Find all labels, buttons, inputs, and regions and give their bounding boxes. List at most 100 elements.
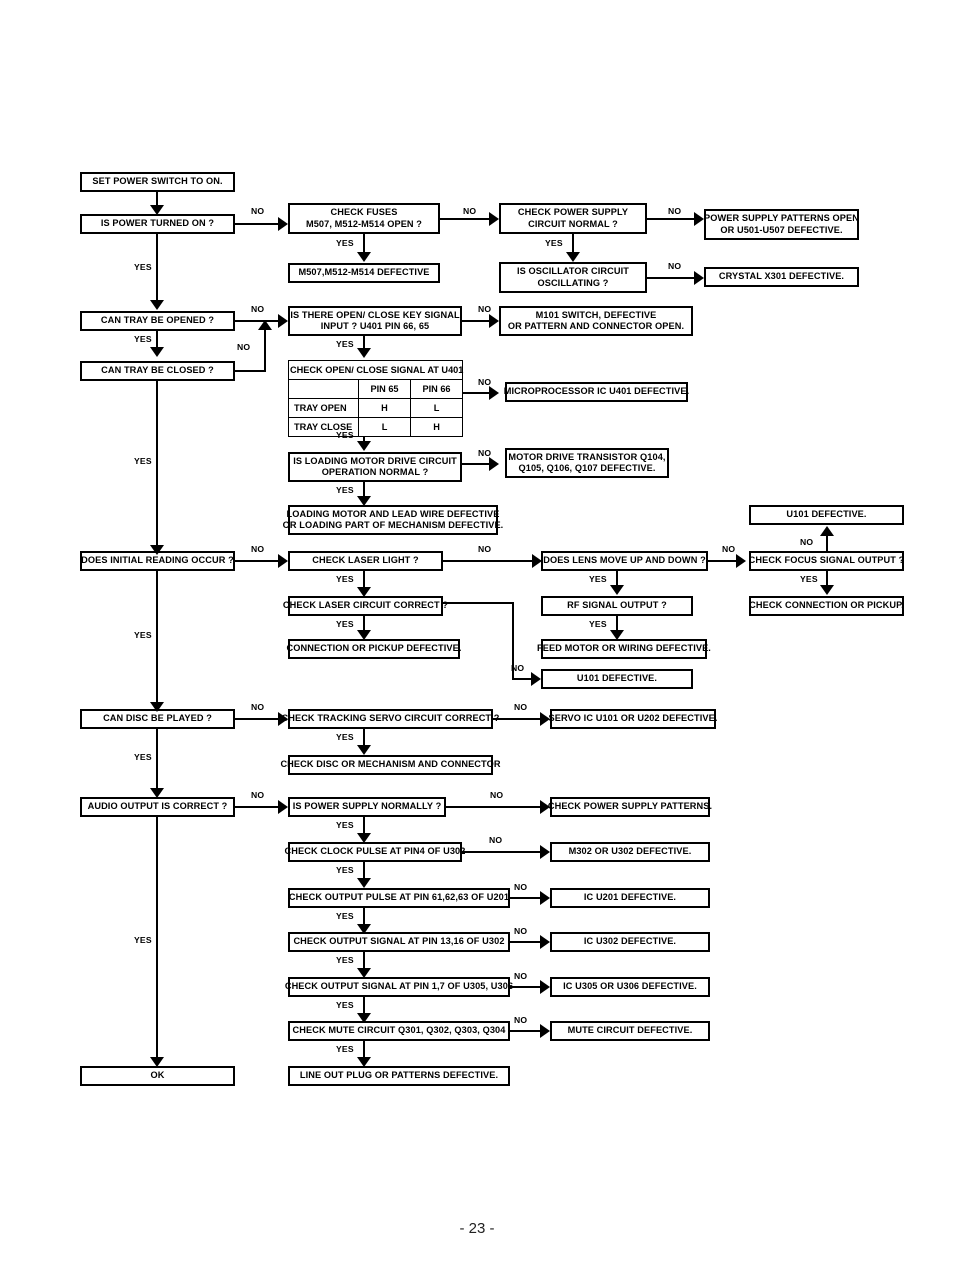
connector-tray-closed-no-v [264,330,266,371]
node-crystal-defective: CRYSTAL X301 DEFECTIVE. [704,267,859,287]
connector-laser-circuit-no-h1 [443,602,514,604]
node-check-output-signal-u305: CHECK OUTPUT SIGNAL AT PIN 1,7 OF U305, … [285,977,513,997]
signal-table-corner [288,379,359,399]
label-no-output-u305: NO [514,971,528,981]
label-yes-disc: YES [134,752,152,762]
arrowhead-down-output-signal-u302 [357,924,371,934]
node-psu-patterns-open: POWER SUPPLY PATTERNS OPEN OR U501-U507 … [704,209,859,240]
arrowhead-right-ic-u201 [540,891,550,905]
signal-table-cell-close-pin65: L [358,417,411,437]
arrowhead-down-signal-table [357,348,371,358]
label-yes-tray-open: YES [134,334,152,344]
arrowhead-right-check-fuses [278,217,288,231]
node-ic-u302-defective: IC U302 DEFECTIVE. [550,932,710,952]
node-can-disc-be-played: CAN DISC BE PLAYED ? [80,709,235,729]
arrowhead-down-check-connection [820,585,834,595]
arrowhead-down-tray-closed [150,347,164,357]
signal-table-cell-close-pin66: H [409,417,464,437]
node-oscillator-circuit: IS OSCILLATOR CIRCUIT OSCILLATING ? [499,262,647,293]
node-fuses-defective: M507,M512-M514 DEFECTIVE [288,263,440,283]
node-loading-motor-defective: LOADING MOTOR AND LEAD WIRE DEFECTIVE OR… [283,505,503,535]
label-no-table: NO [478,377,492,387]
table-row-header: PIN 65 PIN 66 [288,379,464,399]
label-yes-lens-move: YES [589,574,607,584]
arrowhead-down-line-out [357,1057,371,1067]
label-no-psu: NO [668,206,682,216]
arrowhead-down-check-disc-mech [357,745,371,755]
signal-table-cell-open-pin65: H [358,398,411,418]
table-row: TRAY OPEN H L [288,398,464,418]
node-set-power-switch: SET POWER SWITCH TO ON. [80,172,235,192]
node-motor-drive-transistor: MOTOR DRIVE TRANSISTOR Q104, Q105, Q106,… [505,448,669,478]
label-no-output-pulse: NO [514,882,528,892]
arrowhead-right-m101 [489,314,499,328]
arrowhead-up-tray-loop [258,320,272,330]
signal-table-col-pin66: PIN 66 [409,379,464,399]
node-m101-switch-defective: M101 SWITCH, DEFECTIVE OR PATTERN AND CO… [499,306,693,336]
page-number: - 23 - [459,1220,495,1237]
arrowhead-right-psu-patterns [694,212,704,226]
label-yes-loading-motor: YES [336,485,354,495]
arrowhead-right-servo-ic [540,712,550,726]
arrowhead-right-check-focus [736,554,746,568]
connector-psu-no [647,218,701,220]
node-check-output-signal-u302: CHECK OUTPUT SIGNAL AT PIN 13,16 OF U302 [288,932,510,952]
label-no-laser-light: NO [478,544,492,554]
node-microprocessor-defective: MICROPROCESSOR IC U401 DEFECTIVE. [504,382,689,402]
label-no-key-signal: NO [478,304,492,314]
connector-initial-yes-trunk [156,571,158,705]
flowchart-page: SET POWER SWITCH TO ON. IS POWER TURNED … [0,0,954,1272]
node-check-power-supply-patterns: CHECK POWER SUPPLY PATTERNS. [548,797,712,817]
label-yes-mute: YES [336,1044,354,1054]
node-check-laser-light: CHECK LASER LIGHT ? [288,551,443,571]
label-yes-output-u305: YES [336,1000,354,1010]
label-yes-rf: YES [589,619,607,629]
signal-table-row-label-tray-open: TRAY OPEN [288,398,359,418]
node-check-output-pulse: CHECK OUTPUT PULSE AT PIN 61,62,63 OF U2… [288,888,510,908]
node-check-clock-pulse: CHECK CLOCK PULSE AT PIN4 OF U302 [285,842,465,862]
signal-table-cell-open-pin66: L [409,398,464,418]
label-yes-laser-circuit: YES [336,619,354,629]
label-no-laser-circuit: NO [511,663,525,673]
label-yes-output-u302: YES [336,955,354,965]
label-no-tray-open: NO [251,304,265,314]
signal-table: CHECK OPEN/ CLOSE SIGNAL AT U401 PIN 65 … [287,360,464,437]
label-no-tray-closed: NO [237,342,251,352]
arrowhead-right-ic-u302 [540,935,550,949]
arrowhead-up-u101-defective [820,526,834,536]
label-yes-tray-closed: YES [134,456,152,466]
node-check-power-supply: CHECK POWER SUPPLY CIRCUIT NORMAL ? [499,203,647,234]
node-ok: OK [80,1066,235,1086]
node-mute-circuit-defective: MUTE CIRCUIT DEFECTIVE. [550,1021,710,1041]
arrowhead-down-loading-motor [357,441,371,451]
node-is-power-turned-on: IS POWER TURNED ON ? [80,214,235,234]
node-check-focus-signal: CHECK FOCUS SIGNAL OUTPUT ? [749,551,904,571]
label-no-initial-reading: NO [251,544,265,554]
arrowhead-right-motor-transistor [489,457,499,471]
node-u101-defective-lower: U101 DEFECTIVE. [541,669,693,689]
arrowhead-right-tracking-servo [278,712,288,726]
node-audio-output-correct: AUDIO OUTPUT IS CORRECT ? [80,797,235,817]
label-no-oscillator: NO [668,261,682,271]
arrowhead-down-output-pulse [357,878,371,888]
label-yes-power: YES [134,262,152,272]
arrowhead-down-oscillator [566,252,580,262]
label-yes-psu: YES [545,238,563,248]
connector-audio-yes-trunk [156,817,158,1061]
arrowhead-right-lens-move [532,554,542,568]
label-no-audio: NO [251,790,265,800]
signal-table-col-pin65: PIN 65 [358,379,411,399]
node-u101-defective-upper: U101 DEFECTIVE. [749,505,904,525]
arrowhead-right-check-laser [278,554,288,568]
table-row-caption: CHECK OPEN/ CLOSE SIGNAL AT U401 [287,360,463,380]
arrowhead-down-output-signal-u305 [357,968,371,978]
arrowhead-down-feed-motor [610,630,624,640]
node-loading-motor-drive: IS LOADING MOTOR DRIVE CIRCUIT OPERATION… [288,452,462,482]
connector-servo-no [493,718,547,720]
node-can-tray-be-closed: CAN TRAY BE CLOSED ? [80,361,235,381]
label-no-fuses: NO [463,206,477,216]
connector-oscillator-no [647,277,701,279]
arrowhead-right-psu-normally [278,800,288,814]
label-yes-initial-reading: YES [134,630,152,640]
arrowhead-down-clock-pulse [357,833,371,843]
